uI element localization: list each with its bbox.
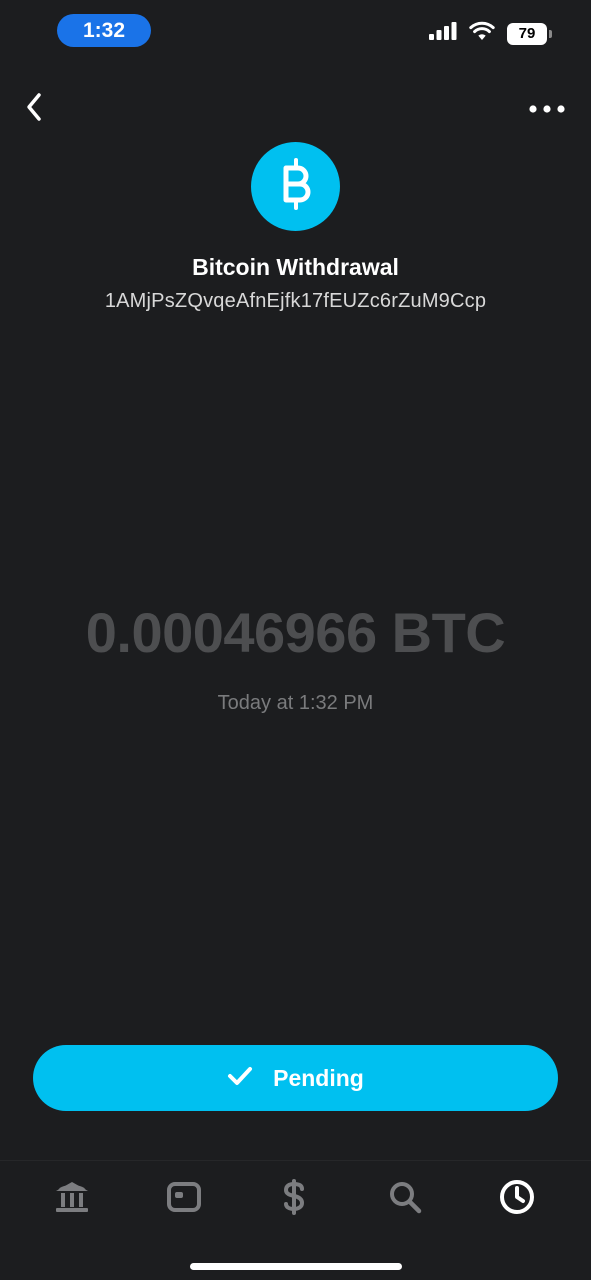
bank-icon bbox=[54, 1180, 90, 1219]
chevron-left-icon bbox=[24, 91, 44, 128]
status-time[interactable]: 1:32 bbox=[57, 14, 151, 47]
back-button[interactable] bbox=[14, 88, 54, 130]
more-horizontal-icon bbox=[529, 100, 565, 118]
checkmark-icon bbox=[227, 1066, 253, 1091]
bitcoin-icon bbox=[276, 158, 316, 215]
tab-banking[interactable] bbox=[52, 1179, 92, 1219]
clock-icon bbox=[499, 1179, 535, 1220]
card-icon bbox=[167, 1181, 201, 1217]
home-indicator[interactable] bbox=[190, 1263, 402, 1270]
tab-activity[interactable] bbox=[497, 1179, 537, 1219]
battery-level: 79 bbox=[518, 25, 536, 42]
tab-card[interactable] bbox=[164, 1179, 204, 1219]
wifi-icon bbox=[469, 21, 495, 46]
status-bar: 1:32 79 bbox=[0, 0, 591, 64]
search-icon bbox=[388, 1180, 422, 1219]
transaction-title: Bitcoin Withdrawal bbox=[192, 254, 399, 280]
tab-discover[interactable] bbox=[385, 1179, 425, 1219]
signal-icon bbox=[429, 22, 457, 45]
status-icons: 79 bbox=[429, 21, 552, 46]
pending-label: Pending bbox=[273, 1064, 364, 1091]
transaction-timestamp: Today at 1:32 PM bbox=[217, 692, 374, 714]
dollar-icon bbox=[281, 1178, 307, 1220]
battery-icon: 79 bbox=[507, 22, 552, 45]
tab-pay[interactable] bbox=[274, 1178, 314, 1220]
transaction-avatar bbox=[251, 142, 340, 231]
transaction-amount: 0.00046966 BTC bbox=[85, 601, 506, 664]
more-options-button[interactable] bbox=[523, 92, 571, 126]
pending-status-button[interactable]: Pending bbox=[33, 1045, 558, 1111]
tab-bar bbox=[0, 1160, 591, 1280]
wallet-address[interactable]: 1AMjPsZQvqeAfnEjfk17fEUZc6rZuM9Ccp bbox=[0, 290, 591, 313]
